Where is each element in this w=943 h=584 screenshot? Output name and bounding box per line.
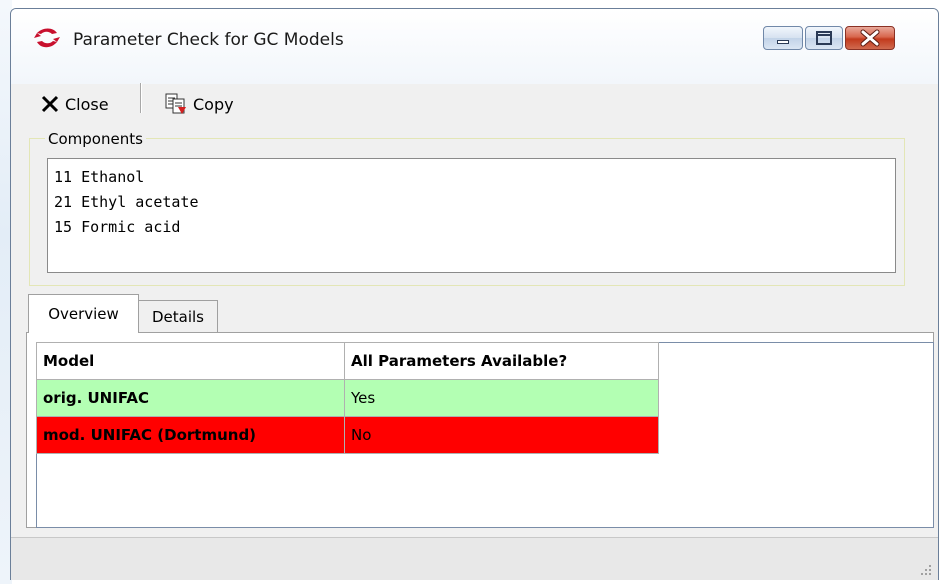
model-cell[interactable]: orig. UNIFAC <box>36 379 345 417</box>
close-button-label: Close <box>65 94 109 114</box>
toolbar: Close Copy <box>11 84 938 124</box>
availability-cell[interactable]: Yes <box>344 379 659 417</box>
status-bar <box>11 537 938 580</box>
component-item[interactable]: 11 Ethanol <box>54 165 895 190</box>
toolbar-separator <box>140 83 141 113</box>
app-logo-icon <box>34 28 60 48</box>
window-close-button[interactable] <box>845 26 895 50</box>
minimize-icon <box>777 40 789 44</box>
title-bar[interactable]: Parameter Check for GC Models <box>11 9 938 84</box>
availability-cell[interactable]: No <box>344 416 659 454</box>
maximize-button[interactable] <box>805 26 843 50</box>
table-header-row: Model All Parameters Available? <box>36 342 659 380</box>
resize-grip-icon[interactable] <box>920 564 932 576</box>
component-item[interactable]: 21 Ethyl acetate <box>54 190 895 215</box>
components-label: Components <box>45 130 146 148</box>
table-row[interactable]: mod. UNIFAC (Dortmund) No <box>36 416 659 454</box>
results-table: Model All Parameters Available? orig. UN… <box>36 342 659 454</box>
window-title: Parameter Check for GC Models <box>73 30 344 50</box>
header-model[interactable]: Model <box>36 342 345 380</box>
maximize-icon <box>816 31 832 45</box>
table-row[interactable]: orig. UNIFAC Yes <box>36 379 659 417</box>
minimize-button[interactable] <box>763 26 803 50</box>
close-button[interactable]: Close <box>41 90 109 118</box>
close-icon <box>41 95 59 113</box>
close-x-icon <box>860 29 880 47</box>
header-parameters-available[interactable]: All Parameters Available? <box>344 342 659 380</box>
components-list[interactable]: 11 Ethanol 21 Ethyl acetate 15 Formic ac… <box>47 158 896 273</box>
tab-details[interactable]: Details <box>138 300 218 332</box>
copy-icon <box>165 93 186 114</box>
copy-button[interactable]: Copy <box>165 90 234 118</box>
copy-button-label: Copy <box>193 94 234 114</box>
tab-overview[interactable]: Overview <box>28 294 139 333</box>
model-cell[interactable]: mod. UNIFAC (Dortmund) <box>36 416 345 454</box>
component-item[interactable]: 15 Formic acid <box>54 215 895 240</box>
